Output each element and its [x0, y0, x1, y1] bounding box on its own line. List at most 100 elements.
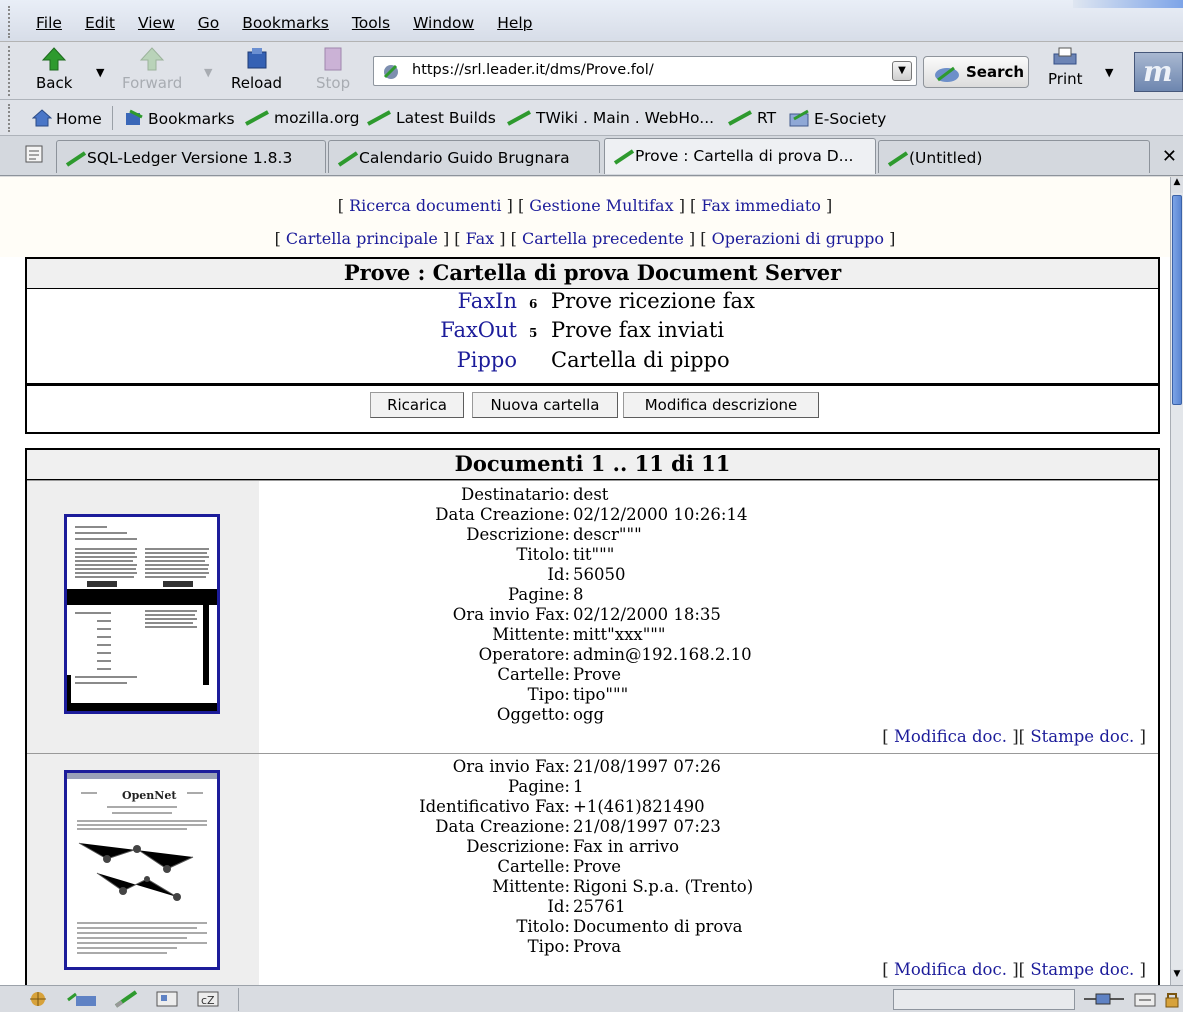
field-label: Tipo: — [527, 685, 570, 704]
bookmark-link-icon — [507, 110, 531, 126]
field-label: Cartelle: — [497, 665, 570, 684]
vertical-scrollbar[interactable]: ▲ ▼ — [1170, 177, 1183, 985]
forward-arrow-icon — [140, 47, 165, 71]
link-operazioni-di-gruppo[interactable]: Operazioni di gruppo — [712, 229, 884, 248]
bookmark-link-icon — [887, 151, 909, 167]
modifica-doc-link[interactable]: Modifica doc. — [894, 960, 1007, 979]
menu-window[interactable]: Window — [413, 14, 474, 32]
menu-tools[interactable]: Tools — [352, 14, 390, 32]
bookmark-twiki[interactable]: TWiki . Main . WebHo... — [506, 109, 714, 127]
mail-component-icon[interactable] — [66, 990, 98, 1008]
forward-dropdown-icon[interactable]: ▼ — [204, 66, 212, 79]
field-label: Id: — [547, 565, 570, 584]
subfolder-link-pippo[interactable]: Pippo — [457, 348, 517, 372]
stop-button[interactable]: Stop — [316, 46, 350, 92]
new-tab-icon[interactable] — [24, 144, 44, 164]
field-label: Oggetto: — [496, 705, 570, 724]
tab-untitled[interactable]: (Untitled) — [878, 140, 1150, 173]
tab-sql-ledger[interactable]: SQL-Ledger Versione 1.8.3 — [56, 140, 326, 173]
menu-help[interactable]: Help — [497, 14, 532, 32]
thumbnail-cell: OpenNet — [27, 754, 259, 985]
scroll-up-arrow-icon[interactable]: ▲ — [1171, 177, 1183, 193]
navigation-toolbar: Back ▼ Forward ▼ Reload Stop https://srl… — [0, 42, 1183, 100]
field-value: tit""" — [573, 545, 615, 564]
security-component-icon[interactable] — [1132, 990, 1158, 1008]
url-history-dropdown-icon[interactable]: ▼ — [892, 61, 912, 81]
document-thumbnail[interactable] — [64, 514, 220, 714]
folder-actions: Ricarica Nuova cartella Modifica descriz… — [27, 383, 1158, 431]
link-gestione-multifax[interactable]: Gestione Multifax — [529, 196, 673, 215]
field-label: Tipo: — [527, 937, 570, 956]
back-dropdown-icon[interactable]: ▼ — [96, 66, 104, 79]
subfolder-link-faxout[interactable]: FaxOut — [440, 318, 517, 342]
personal-toolbar-grip[interactable] — [8, 104, 10, 132]
navigator-component-icon[interactable] — [26, 990, 50, 1008]
subfolder-count: 6 — [529, 297, 538, 311]
menu-view[interactable]: View — [138, 14, 175, 32]
lock-icon[interactable] — [1162, 990, 1182, 1008]
ricarica-button[interactable]: Ricarica — [370, 392, 464, 418]
field-value: ogg — [573, 705, 605, 724]
search-button[interactable]: Search — [923, 56, 1029, 88]
menu-go[interactable]: Go — [198, 14, 220, 32]
field-value: 21/08/1997 07:23 — [573, 817, 721, 836]
bookmark-link-icon — [65, 151, 87, 167]
bookmark-mozilla-org[interactable]: mozilla.org — [244, 109, 360, 127]
url-bar[interactable]: https://srl.leader.it/dms/Prove.fol/ ▼ — [373, 56, 917, 86]
documents-title: Documenti 1 .. 11 di 11 — [27, 450, 1158, 480]
menu-edit[interactable]: Edit — [85, 14, 115, 32]
folder-title: Prove : Cartella di prova Document Serve… — [27, 259, 1158, 289]
stampe-doc-link[interactable]: Stampe doc. — [1030, 960, 1134, 979]
address-book-component-icon[interactable] — [154, 990, 180, 1008]
bookmarks-icon — [126, 109, 143, 125]
field-label: Pagine: — [508, 585, 570, 604]
menu-file[interactable]: File — [36, 14, 62, 32]
menubar-grip[interactable] — [8, 6, 15, 38]
site-icon — [383, 64, 398, 79]
subfolder-link-faxin[interactable]: FaxIn — [458, 289, 517, 313]
online-status-icon[interactable] — [1082, 990, 1126, 1008]
chatzilla-component-icon[interactable]: cZ — [195, 990, 221, 1008]
nuova-cartella-button[interactable]: Nuova cartella — [472, 392, 618, 418]
bookmark-latest-builds[interactable]: Latest Builds — [366, 109, 496, 127]
menu-bookmarks[interactable]: Bookmarks — [242, 14, 329, 32]
home-icon — [32, 109, 52, 127]
close-tab-icon[interactable]: ✕ — [1162, 146, 1177, 167]
link-fax[interactable]: Fax — [466, 229, 495, 248]
link-fax-immediato[interactable]: Fax immediato — [701, 196, 821, 215]
link-cartella-principale[interactable]: Cartella principale — [286, 229, 438, 248]
document-thumbnail[interactable]: OpenNet — [64, 770, 220, 970]
reload-button[interactable]: Reload — [231, 46, 282, 92]
modifica-descrizione-button[interactable]: Modifica descrizione — [623, 392, 819, 418]
search-icon — [935, 66, 959, 82]
url-text[interactable]: https://srl.leader.it/dms/Prove.fol/ — [412, 62, 654, 78]
field-value: +1(461)821490 — [573, 797, 705, 816]
print-button[interactable]: Print — [1048, 46, 1083, 88]
toolbar-grip[interactable] — [8, 46, 10, 96]
link-cartella-precedente[interactable]: Cartella precedente — [522, 229, 684, 248]
bookmarks-button[interactable]: Bookmarks — [124, 109, 235, 128]
scrollbar-thumb[interactable] — [1172, 195, 1182, 405]
stampe-doc-link[interactable]: Stampe doc. — [1030, 727, 1134, 746]
home-button[interactable]: Home — [32, 109, 102, 128]
personal-toolbar: Home Bookmarks mozilla.org Latest Builds… — [0, 100, 1183, 136]
composer-component-icon[interactable] — [112, 990, 140, 1008]
document-actions: [ Modifica doc. ][ Stampe doc. ] — [882, 960, 1146, 979]
forward-button[interactable]: Forward — [122, 46, 182, 92]
bookmark-link-icon — [613, 149, 635, 165]
bookmark-rt[interactable]: RT — [727, 109, 776, 127]
back-arrow-icon — [42, 47, 67, 71]
field-value: dest — [573, 485, 609, 504]
bookmark-folder-e-society[interactable]: E-Society — [788, 109, 886, 128]
modifica-doc-link[interactable]: Modifica doc. — [894, 727, 1007, 746]
status-separator — [238, 988, 239, 1011]
back-button[interactable]: Back — [36, 46, 72, 92]
link-ricerca-documenti[interactable]: Ricerca documenti — [349, 196, 501, 215]
tab-prove-active[interactable]: Prove : Cartella di prova D... — [604, 138, 876, 174]
scroll-down-arrow-icon[interactable]: ▼ — [1171, 969, 1183, 985]
print-dropdown-icon[interactable]: ▼ — [1105, 66, 1113, 79]
subfolder-row: FaxIn 6 Prove ricezione fax — [27, 289, 755, 319]
field-label: Titolo: — [516, 545, 570, 564]
mozilla-logo[interactable]: m — [1134, 52, 1183, 92]
tab-calendario[interactable]: Calendario Guido Brugnara — [328, 140, 600, 173]
